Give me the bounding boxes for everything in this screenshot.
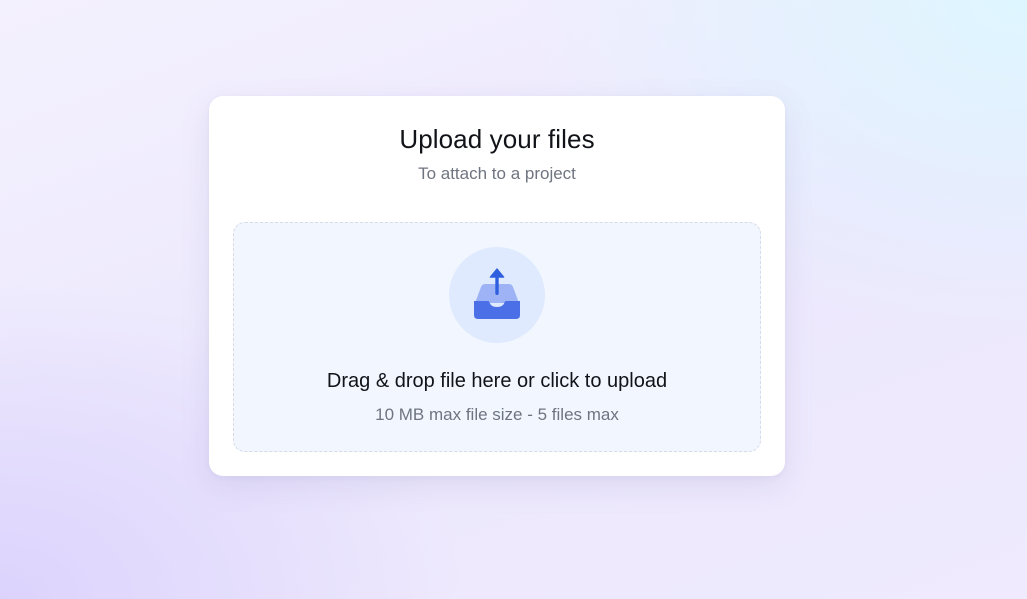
card-subtitle: To attach to a project [418, 164, 576, 183]
upload-card: Upload your files To attach to a project… [209, 96, 785, 476]
dropzone-hint: 10 MB max file size - 5 files max [375, 405, 619, 424]
upload-icon-badge [449, 247, 545, 343]
card-title: Upload your files [399, 124, 595, 154]
file-dropzone[interactable]: Drag & drop file here or click to upload… [233, 222, 761, 452]
dropzone-label: Drag & drop file here or click to upload [326, 370, 668, 392]
inbox-upload-icon [474, 268, 520, 319]
